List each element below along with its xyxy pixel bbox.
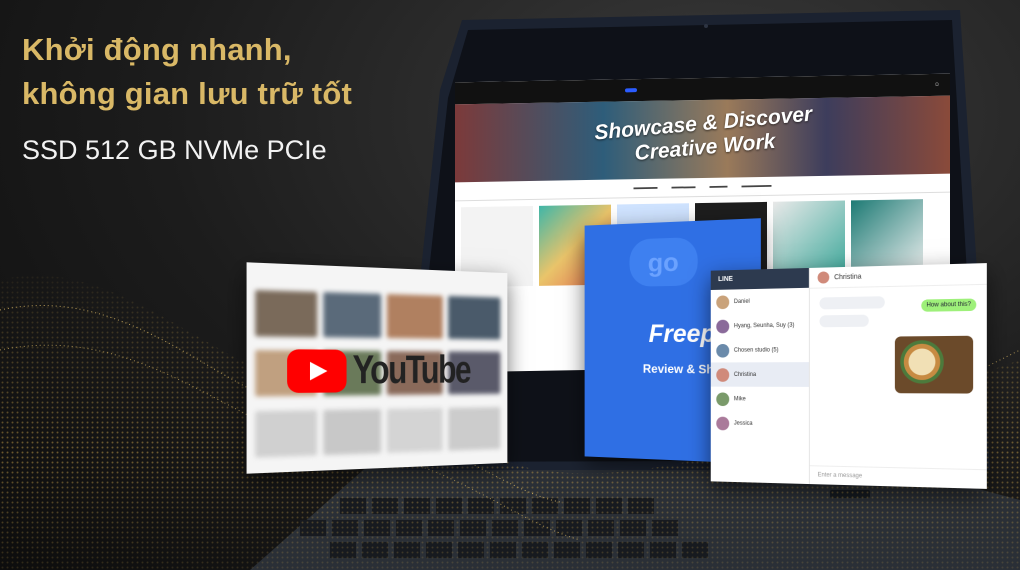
contact-name: Chosen studio (5) bbox=[733, 346, 779, 354]
chat-list-item-selected: Christina bbox=[710, 362, 809, 387]
site-tab: ▬▬▬▬▬ bbox=[741, 182, 772, 190]
avatar bbox=[817, 271, 830, 284]
chat-list-item: Daniel bbox=[711, 288, 809, 314]
chat-header: Christina bbox=[809, 263, 987, 289]
hero-title: Showcase & Discover Creative Work bbox=[594, 103, 815, 170]
play-icon bbox=[287, 348, 347, 393]
user-icon: ☺ bbox=[933, 81, 940, 88]
food-photo bbox=[894, 335, 974, 394]
freepik-go-badge: go bbox=[629, 236, 698, 287]
outgoing-message: How about this? bbox=[921, 298, 977, 312]
line-app-title: LINE bbox=[710, 267, 809, 290]
youtube-wordmark: YouTube bbox=[352, 347, 471, 393]
avatar bbox=[716, 391, 730, 406]
avatar bbox=[716, 319, 730, 333]
youtube-window: YouTube bbox=[246, 262, 508, 474]
incoming-message bbox=[819, 314, 869, 328]
site-tab: ▬▬▬▬ bbox=[633, 184, 658, 192]
avatar bbox=[716, 367, 730, 382]
chat-title: Christina bbox=[834, 273, 862, 281]
site-tab: ▬▬▬▬ bbox=[671, 184, 696, 191]
youtube-logo: YouTube bbox=[287, 347, 494, 394]
contact-name: Jessica bbox=[733, 420, 753, 427]
chat-list-item: Jessica bbox=[711, 411, 809, 437]
avatar bbox=[716, 343, 730, 358]
contact-name: Daniel bbox=[733, 298, 750, 305]
contact-name: Christina bbox=[733, 371, 757, 378]
site-hero: Showcase & Discover Creative Work bbox=[455, 95, 950, 183]
chat-list-item: Hyang, Seunha, Suy (3) bbox=[711, 313, 809, 339]
ssd-spec: SSD 512 GB NVMe PCIe bbox=[22, 135, 327, 165]
chat-pane: Christina How about this? Enter a messag… bbox=[809, 263, 987, 489]
headline-line-1: Khởi động nhanh, bbox=[22, 32, 292, 67]
contact-name: Mike bbox=[733, 395, 746, 402]
avatar bbox=[716, 416, 730, 430]
incoming-message bbox=[819, 296, 885, 310]
contact-name: Hyang, Seunha, Suy (3) bbox=[733, 322, 795, 329]
site-tab: ▬▬▬ bbox=[709, 183, 728, 190]
chat-list: LINE Daniel Hyang, Seunha, Suy (3) Chose… bbox=[710, 267, 810, 485]
signup-pill bbox=[625, 88, 637, 93]
avatar bbox=[716, 294, 730, 309]
line-chat-window: LINE Daniel Hyang, Seunha, Suy (3) Chose… bbox=[710, 263, 987, 489]
headline-line-2: không gian lưu trữ tốt bbox=[22, 76, 352, 111]
headline: Khởi động nhanh, không gian lưu trữ tốt bbox=[22, 28, 352, 116]
chat-list-item: Chosen studio (5) bbox=[711, 337, 809, 362]
chat-list-item: Mike bbox=[711, 387, 809, 412]
